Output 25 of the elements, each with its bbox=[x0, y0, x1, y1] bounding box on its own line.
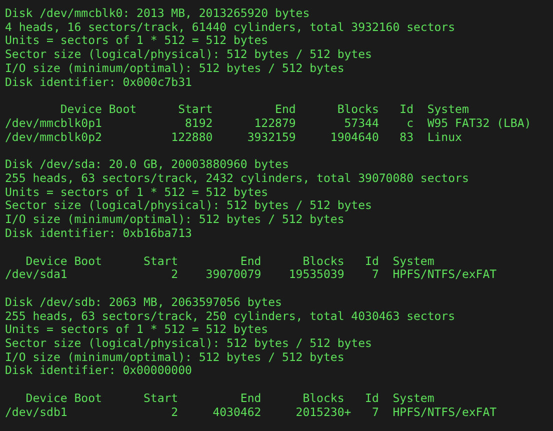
output-line: Disk /dev/sda: 20.0 GB, 20003880960 bytes bbox=[5, 158, 289, 172]
output-line: Sector size (logical/physical): 512 bytes / 512 bytes bbox=[5, 199, 372, 214]
output-line: Units = sectors of 1 * 512 = 512 bytes bbox=[5, 323, 268, 338]
output-line: Disk identifier: 0xb16ba713 bbox=[5, 226, 192, 241]
output-line: I/O size (minimum/optimal): 512 bytes / 512 bytes bbox=[5, 213, 344, 227]
output-line: Disk identifier: 0x00000000 bbox=[5, 364, 192, 378]
partition-row: /dev/mmcblk0p2 122880 3932159 1904640 83 Linux bbox=[5, 130, 462, 144]
output-line: Units = sectors of 1 * 512 = 512 bytes bbox=[5, 186, 268, 200]
table-header: Device Boot Start End Blocks Id System bbox=[24, 392, 434, 406]
output-line: Disk /dev/mmcblk0: 2013 MB, 2013265920 bytes bbox=[5, 7, 310, 21]
table-header: Device Boot Start End Blocks Id System bbox=[24, 254, 434, 268]
output-line: Disk identifier: 0x000c7b31 bbox=[5, 76, 192, 90]
partition-row: /dev/sda1 2 39070079 19535039 7 HPFS/NTFS/exFAT bbox=[5, 268, 497, 282]
partition-row: /dev/sdb1 2 4030462 2015230+ 7 HPFS/NTFS/exFAT bbox=[5, 406, 497, 420]
partition-row: /dev/mmcblk0p1 8192 122879 57344 c W95 FAT32 (LBA) bbox=[5, 116, 532, 131]
output-line: Sector size (logical/physical): 512 bytes / 512 bytes bbox=[5, 48, 372, 62]
output-line: I/O size (minimum/optimal): 512 bytes / 512 bytes bbox=[5, 62, 344, 76]
output-line: 255 heads, 63 sectors/track, 250 cylinders, total 4030463 sectors bbox=[5, 310, 456, 324]
table-header: Device Boot Start End Blocks Id System bbox=[59, 103, 469, 117]
output-line: Units = sectors of 1 * 512 = 512 bytes bbox=[5, 34, 268, 48]
output-line: 255 heads, 63 sectors/track, 2432 cylinders, total 39070080 sectors bbox=[5, 172, 469, 186]
output-line: I/O size (minimum/optimal): 512 bytes / 512 bytes bbox=[5, 350, 344, 364]
output-line: Disk /dev/sdb: 2063 MB, 2063597056 bytes bbox=[5, 296, 282, 310]
output-line: 4 heads, 16 sectors/track, 61440 cylinders, total 3932160 sectors bbox=[5, 20, 456, 34]
output-line: Sector size (logical/physical): 512 bytes / 512 bytes bbox=[5, 337, 372, 351]
